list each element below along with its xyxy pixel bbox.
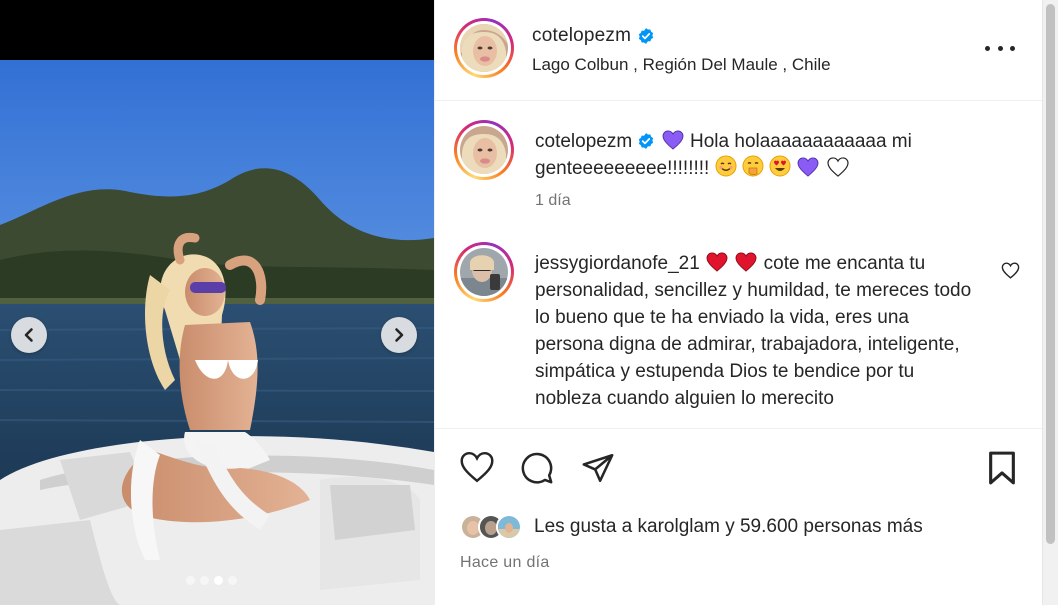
author-avatar-image bbox=[460, 24, 508, 72]
page-scrollbar[interactable] bbox=[1042, 0, 1058, 605]
carousel-dot bbox=[214, 576, 223, 585]
verified-badge-icon bbox=[639, 28, 654, 44]
carousel-dot bbox=[228, 576, 237, 585]
hand-over-mouth-icon bbox=[742, 155, 764, 177]
red-heart-icon bbox=[735, 252, 757, 272]
scrollbar-thumb[interactable] bbox=[1046, 4, 1055, 544]
carousel-prev-button[interactable] bbox=[11, 317, 47, 353]
comment-icon[interactable] bbox=[520, 451, 554, 485]
comments-list[interactable]: cotelopezm Hola holaaaaaaaaaaaa mi gente… bbox=[435, 102, 1043, 428]
comment-username[interactable]: jessygiordanofe_21 bbox=[535, 253, 700, 274]
heart-icon[interactable] bbox=[459, 451, 495, 483]
liker-avatar-image bbox=[498, 516, 520, 538]
smiling-face-icon bbox=[715, 155, 737, 177]
purple-heart-icon bbox=[662, 130, 684, 150]
caption-username[interactable]: cotelopezm bbox=[535, 131, 632, 152]
liker-avatar bbox=[496, 514, 522, 540]
likes-count[interactable]: 59.600 bbox=[740, 516, 798, 537]
likes-summary[interactable]: Les gusta a karolglam y 59.600 personas … bbox=[460, 514, 923, 540]
more-dot bbox=[1010, 45, 1015, 51]
purple-heart-icon bbox=[797, 157, 819, 177]
post-location[interactable]: Lago Colbun , Región Del Maule , Chile bbox=[532, 55, 831, 75]
verified-badge-icon bbox=[639, 133, 654, 149]
caption-avatar[interactable] bbox=[454, 120, 514, 180]
post-caption: cotelopezm Hola holaaaaaaaaaaaa mi gente… bbox=[535, 128, 975, 182]
author-avatar[interactable] bbox=[454, 18, 514, 78]
carousel-dot bbox=[200, 576, 209, 585]
likes-suffix[interactable]: personas más bbox=[803, 516, 922, 537]
liked-by-username[interactable]: karolglam bbox=[638, 516, 720, 537]
carousel-indicator bbox=[186, 576, 237, 585]
post-actions: Les gusta a karolglam y 59.600 personas … bbox=[435, 428, 1043, 605]
likes-prefix: Les gusta a bbox=[534, 516, 633, 537]
post-details-panel: cotelopezm Lago Colbun , Región Del Maul… bbox=[434, 0, 1043, 605]
bookmark-icon[interactable] bbox=[987, 451, 1017, 485]
red-heart-icon bbox=[706, 252, 728, 272]
post-media bbox=[0, 0, 434, 605]
send-icon[interactable] bbox=[581, 451, 615, 485]
chevron-right-icon bbox=[395, 328, 404, 342]
likes-text: Les gusta a karolglam y 59.600 personas … bbox=[534, 516, 923, 538]
comment-like-heart-icon[interactable] bbox=[1001, 262, 1020, 279]
comment-text: cote me encanta tu personalidad, sencill… bbox=[535, 253, 972, 409]
likes-connector: y bbox=[725, 516, 735, 537]
commenter-avatar[interactable] bbox=[454, 242, 514, 302]
post-photo bbox=[0, 60, 434, 605]
more-dot bbox=[997, 45, 1003, 51]
white-heart-icon bbox=[827, 157, 849, 177]
chevron-left-icon bbox=[24, 328, 33, 342]
carousel-dot bbox=[186, 576, 195, 585]
heart-eyes-icon bbox=[769, 155, 791, 177]
carousel-next-button[interactable] bbox=[381, 317, 417, 353]
more-options-icon bbox=[985, 45, 990, 51]
caption-avatar-image bbox=[460, 126, 508, 174]
more-options-button[interactable] bbox=[985, 38, 1015, 58]
author-username[interactable]: cotelopezm bbox=[532, 25, 631, 47]
commenter-avatar-image bbox=[460, 248, 508, 296]
comment-item: jessygiordanofe_21 cote me encanta tu pe… bbox=[535, 250, 980, 412]
post-header: cotelopezm Lago Colbun , Región Del Maul… bbox=[435, 0, 1043, 101]
media-letterbox bbox=[0, 0, 434, 60]
post-timestamp[interactable]: Hace un día bbox=[460, 554, 550, 572]
caption-timestamp[interactable]: 1 día bbox=[535, 192, 571, 210]
